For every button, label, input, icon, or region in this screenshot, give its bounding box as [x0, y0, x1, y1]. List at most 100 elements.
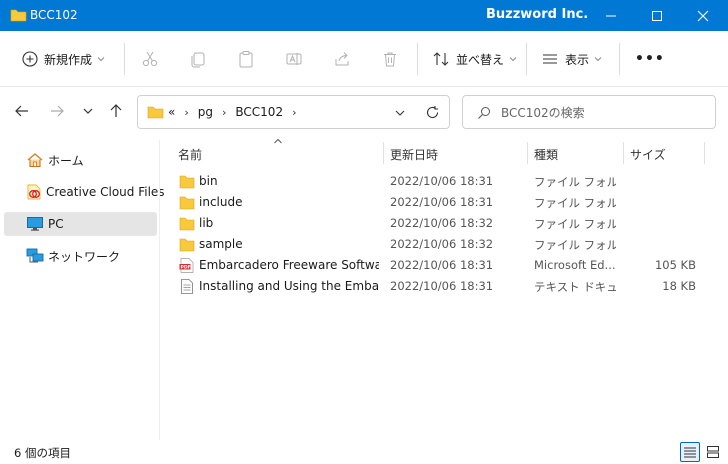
copy-icon: [191, 52, 205, 68]
command-bar: 新規作成 並べ替え 表示 •••: [0, 31, 728, 87]
folder-icon: [179, 238, 195, 252]
file-type: ファイル フォルダー: [534, 238, 616, 252]
back-button[interactable]: [10, 99, 34, 123]
sidebar-item-creative-cloud[interactable]: Creative Cloud Files: [4, 180, 165, 204]
toolbar-divider: [619, 43, 620, 75]
close-button[interactable]: [680, 0, 726, 31]
chevron-right-icon: ›: [221, 105, 227, 119]
arrow-right-icon: [51, 105, 64, 117]
address-bar[interactable]: « › pg › BCC102 ›: [137, 95, 450, 129]
toolbar-divider: [526, 43, 527, 75]
file-date: 2022/10/06 18:32: [390, 237, 494, 251]
share-button[interactable]: [333, 45, 351, 73]
address-dropdown-icon[interactable]: [394, 107, 406, 119]
share-icon: [335, 52, 349, 66]
new-label: 新規作成: [44, 52, 93, 67]
navigation-pane: ホーム Creative Cloud Files PC ネットワーク: [0, 140, 165, 440]
sidebar-item-network[interactable]: ネットワーク: [4, 244, 157, 268]
toolbar-divider: [124, 43, 125, 75]
column-divider[interactable]: [704, 142, 705, 164]
breadcrumb-item-bcc102[interactable]: BCC102: [235, 105, 283, 119]
sort-button[interactable]: 並べ替え: [432, 45, 517, 73]
table-row[interactable]: PDF Embarcadero Freeware Software... 202…: [160, 255, 705, 276]
sidebar-item-label: ホーム: [48, 153, 84, 168]
file-name: Embarcadero Freeware Software...: [199, 258, 379, 272]
file-name: Installing and Using the Embarc...: [199, 279, 379, 293]
view-button[interactable]: 表示: [541, 45, 602, 73]
maximize-button[interactable]: [634, 0, 680, 31]
scissors-icon: [142, 51, 158, 67]
folder-icon: [10, 9, 27, 22]
rename-button[interactable]: [285, 45, 303, 73]
delete-button[interactable]: [381, 45, 399, 73]
breadcrumb-item-pg[interactable]: pg: [198, 105, 213, 119]
sidebar-item-label: Creative Cloud Files: [46, 185, 165, 199]
column-header-type[interactable]: 種類: [534, 146, 558, 163]
arrow-left-icon: [15, 105, 28, 117]
file-date: 2022/10/06 18:31: [390, 258, 494, 272]
breadcrumb-overflow-button[interactable]: «: [168, 105, 175, 119]
chevron-down-icon: [97, 57, 105, 62]
paste-button[interactable]: [237, 45, 255, 73]
chevron-down-icon: [594, 57, 602, 62]
chevron-down-icon: [509, 57, 517, 62]
view-label: 表示: [565, 52, 590, 67]
table-row[interactable]: include 2022/10/06 18:31 ファイル フォルダー: [160, 192, 705, 213]
table-row[interactable]: lib 2022/10/06 18:32 ファイル フォルダー: [160, 213, 705, 234]
file-date: 2022/10/06 18:31: [390, 279, 494, 293]
minimize-icon: [606, 15, 616, 16]
table-row[interactable]: Installing and Using the Embarc... 2022/…: [160, 276, 705, 297]
file-date: 2022/10/06 18:32: [390, 216, 494, 230]
column-divider[interactable]: [623, 142, 624, 164]
column-header-size[interactable]: サイズ: [630, 146, 666, 163]
window-title: BCC102: [30, 8, 78, 22]
column-headers: 名前 更新日時 種類 サイズ: [160, 138, 728, 166]
pdf-icon: PDF: [179, 258, 194, 273]
svg-text:PDF: PDF: [181, 265, 191, 271]
search-box: [462, 95, 716, 129]
column-header-name[interactable]: 名前: [178, 146, 202, 163]
file-name: sample: [199, 237, 243, 251]
sidebar-item-home[interactable]: ホーム: [4, 148, 157, 172]
file-name: include: [199, 195, 243, 209]
more-options-button[interactable]: •••: [635, 45, 665, 73]
sort-ascending-icon: [274, 138, 282, 144]
file-type: テキスト ドキュメ...: [534, 280, 616, 294]
folder-icon: [179, 196, 195, 210]
file-type: ファイル フォルダー: [534, 175, 616, 189]
file-date: 2022/10/06 18:31: [390, 195, 494, 209]
plus-circle-icon: [22, 51, 38, 67]
chevron-right-icon[interactable]: ›: [292, 106, 296, 119]
new-button[interactable]: 新規作成: [22, 45, 105, 73]
sidebar-item-pc[interactable]: PC: [4, 212, 157, 236]
title-bar[interactable]: BCC102 Buzzword Inc.: [0, 0, 728, 31]
column-divider[interactable]: [527, 142, 528, 164]
sort-label: 並べ替え: [456, 52, 505, 67]
copy-button[interactable]: [189, 45, 207, 73]
file-name: bin: [199, 174, 218, 188]
trash-icon: [384, 52, 396, 67]
up-button[interactable]: [104, 99, 128, 123]
details-view-button[interactable]: [680, 442, 700, 462]
monitor-icon: [26, 215, 44, 233]
item-count: 6 個の項目: [14, 446, 71, 460]
table-row[interactable]: bin 2022/10/06 18:31 ファイル フォルダー: [160, 171, 705, 192]
column-header-date[interactable]: 更新日時: [390, 146, 438, 163]
file-name: lib: [199, 216, 214, 230]
toolbar-divider: [417, 43, 418, 75]
recent-locations-button[interactable]: [76, 99, 100, 123]
minimize-button[interactable]: [588, 0, 634, 31]
file-size: 105 KB: [654, 258, 696, 272]
search-input[interactable]: [501, 104, 701, 122]
column-divider[interactable]: [383, 142, 384, 164]
close-icon: [697, 10, 709, 21]
network-icon: [26, 247, 44, 265]
chevron-right-icon: ›: [184, 105, 189, 119]
cut-button[interactable]: [141, 45, 159, 73]
table-row[interactable]: sample 2022/10/06 18:32 ファイル フォルダー: [160, 234, 705, 255]
large-icons-view-button[interactable]: [703, 442, 723, 462]
sidebar-item-label: ネットワーク: [48, 249, 121, 264]
refresh-icon[interactable]: [425, 105, 440, 120]
forward-button[interactable]: [45, 99, 69, 123]
folder-icon: [179, 175, 195, 189]
